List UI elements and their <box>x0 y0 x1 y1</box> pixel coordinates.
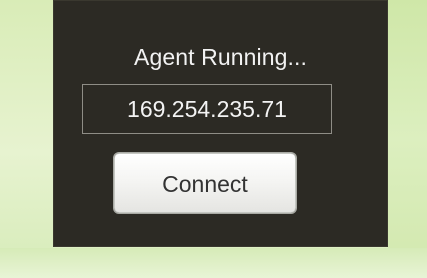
background-left-strip <box>0 0 53 278</box>
ip-address-field[interactable] <box>82 84 332 134</box>
background-bottom-strip <box>0 248 427 278</box>
background-right-strip <box>388 0 427 278</box>
connect-button[interactable]: Connect <box>114 153 296 213</box>
agent-status-panel: Agent Running... Connect <box>53 0 388 247</box>
agent-status-text: Agent Running... <box>134 44 307 70</box>
